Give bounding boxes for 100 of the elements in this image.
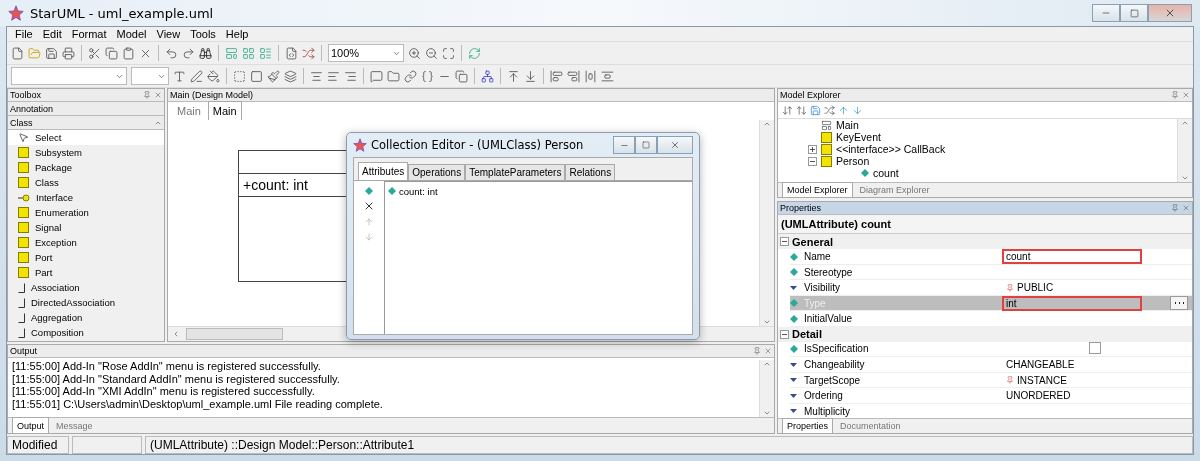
save-icon[interactable] bbox=[45, 46, 58, 60]
diagram-list-icon[interactable] bbox=[259, 46, 272, 60]
sort-type-icon[interactable] bbox=[796, 104, 807, 116]
zoom-in-icon[interactable] bbox=[408, 46, 421, 60]
menu-item[interactable]: File bbox=[11, 28, 37, 40]
output-tab[interactable]: Message bbox=[51, 417, 98, 433]
property-value[interactable]: count bbox=[1002, 249, 1142, 264]
property-row[interactable]: Visibility PUBLIC bbox=[790, 280, 1192, 296]
toolbox-group[interactable]: Annotation bbox=[8, 102, 164, 116]
align-end-icon[interactable] bbox=[567, 69, 580, 83]
pin-icon[interactable] bbox=[143, 91, 151, 99]
binoculars-icon[interactable] bbox=[199, 46, 212, 60]
shuffle-icon[interactable] bbox=[302, 46, 315, 60]
tree-item[interactable]: KeyEvent bbox=[836, 131, 881, 143]
cut-icon[interactable] bbox=[88, 46, 101, 60]
undo-icon[interactable] bbox=[165, 46, 178, 60]
explorer-tab[interactable]: Model Explorer bbox=[782, 182, 853, 197]
pin-icon[interactable] bbox=[753, 347, 761, 355]
font-dropdown[interactable] bbox=[11, 67, 127, 85]
space-vertical-icon[interactable] bbox=[601, 69, 614, 83]
paste-icon[interactable] bbox=[122, 46, 135, 60]
copy-icon[interactable] bbox=[105, 46, 118, 60]
chevron-up-icon[interactable] bbox=[763, 360, 771, 368]
chevron-left-icon[interactable] bbox=[172, 330, 180, 338]
maximize-button[interactable] bbox=[1120, 4, 1148, 22]
tree-item[interactable]: count bbox=[873, 167, 899, 179]
output-tab[interactable]: Output bbox=[12, 417, 50, 433]
diagram-icon[interactable] bbox=[225, 46, 238, 60]
property-row[interactable]: Name count bbox=[790, 249, 1192, 265]
align-start-icon[interactable] bbox=[550, 69, 563, 83]
toolbox-item[interactable]: Select bbox=[8, 130, 164, 145]
dialog-tab[interactable]: TemplateParameters bbox=[465, 164, 566, 180]
selection-icon[interactable] bbox=[233, 69, 246, 83]
font-icon[interactable] bbox=[173, 69, 186, 83]
pin-icon[interactable] bbox=[1171, 204, 1179, 212]
refresh-icon[interactable] bbox=[468, 46, 481, 60]
fit-icon[interactable] bbox=[442, 46, 455, 60]
close-icon[interactable] bbox=[764, 347, 772, 355]
properties-tab[interactable]: Properties bbox=[782, 418, 834, 433]
diagram-grid-icon[interactable] bbox=[242, 46, 255, 60]
expand-icon[interactable] bbox=[808, 144, 817, 154]
open-folder-icon[interactable] bbox=[28, 46, 41, 60]
property-row[interactable]: Ordering UNORDERED bbox=[790, 388, 1192, 404]
list-item[interactable]: count: int bbox=[388, 185, 438, 197]
scrollbar[interactable] bbox=[759, 360, 774, 417]
move-up-icon[interactable] bbox=[364, 217, 374, 227]
property-row[interactable]: Changeability CHANGEABLE bbox=[790, 357, 1192, 373]
note-icon[interactable] bbox=[370, 69, 383, 83]
scrollbar[interactable] bbox=[759, 120, 774, 326]
send-back-icon[interactable] bbox=[524, 69, 537, 83]
bring-front-icon[interactable] bbox=[507, 69, 520, 83]
diagram-tab[interactable]: Main bbox=[207, 101, 242, 120]
property-value[interactable]: CHANGEABLE bbox=[1002, 357, 1142, 372]
sort-icon[interactable] bbox=[782, 104, 793, 116]
zoom-dropdown[interactable]: 100% bbox=[328, 44, 404, 62]
scrollbar[interactable] bbox=[1177, 119, 1192, 182]
braces-icon[interactable] bbox=[421, 69, 434, 83]
tree-item[interactable]: <<interface>> CallBack bbox=[836, 143, 946, 155]
save-icon[interactable] bbox=[810, 104, 821, 116]
dialog-tab[interactable]: Attributes bbox=[358, 162, 409, 180]
property-value[interactable]: UNORDERED bbox=[1002, 388, 1142, 403]
close-icon[interactable] bbox=[1182, 204, 1190, 212]
align-center-icon[interactable] bbox=[310, 69, 323, 83]
delete-icon[interactable] bbox=[363, 200, 375, 212]
move-down-icon[interactable] bbox=[852, 104, 863, 116]
collapse-icon[interactable] bbox=[780, 237, 789, 246]
folder-icon[interactable] bbox=[387, 69, 400, 83]
move-up-icon[interactable] bbox=[838, 104, 849, 116]
chevron-down-icon[interactable] bbox=[763, 409, 771, 417]
align-right-icon[interactable] bbox=[344, 69, 357, 83]
menu-item[interactable]: View bbox=[152, 28, 185, 40]
hierarchy-icon[interactable] bbox=[481, 69, 494, 83]
close-button[interactable] bbox=[1148, 4, 1192, 22]
new-file-icon[interactable] bbox=[11, 46, 24, 60]
diagram-tab[interactable]: Main bbox=[172, 101, 206, 120]
document-icon[interactable] bbox=[285, 46, 298, 60]
space-horizontal-icon[interactable] bbox=[584, 69, 597, 83]
properties-tab[interactable]: Documentation bbox=[835, 418, 906, 433]
paint-bucket-icon[interactable] bbox=[207, 69, 220, 83]
minimize-button[interactable] bbox=[613, 136, 635, 154]
filter-icon[interactable] bbox=[824, 104, 835, 116]
menu-item[interactable]: Tools bbox=[186, 28, 220, 40]
chevron-up-icon[interactable] bbox=[1181, 119, 1189, 127]
layers-icon[interactable] bbox=[284, 69, 297, 83]
chevron-down-icon[interactable] bbox=[763, 318, 771, 326]
dialog-tab[interactable]: Operations bbox=[408, 164, 466, 180]
menu-item[interactable]: Format bbox=[67, 28, 111, 40]
square-icon[interactable] bbox=[250, 69, 263, 83]
link-icon[interactable] bbox=[404, 69, 417, 83]
printer-icon[interactable] bbox=[62, 46, 75, 60]
pin-icon[interactable] bbox=[1171, 91, 1179, 99]
move-down-icon[interactable] bbox=[364, 232, 374, 242]
dialog-tab[interactable]: Relations bbox=[565, 164, 616, 180]
chevron-down-icon[interactable] bbox=[1181, 174, 1189, 182]
menu-item[interactable]: Help bbox=[221, 28, 253, 40]
chevron-up-icon[interactable] bbox=[763, 120, 771, 128]
property-value[interactable]: INSTANCE bbox=[1002, 372, 1142, 388]
collapse-icon[interactable] bbox=[780, 329, 789, 339]
explorer-tab[interactable]: Diagram Explorer bbox=[854, 182, 935, 197]
collapse-icon[interactable] bbox=[808, 156, 817, 166]
